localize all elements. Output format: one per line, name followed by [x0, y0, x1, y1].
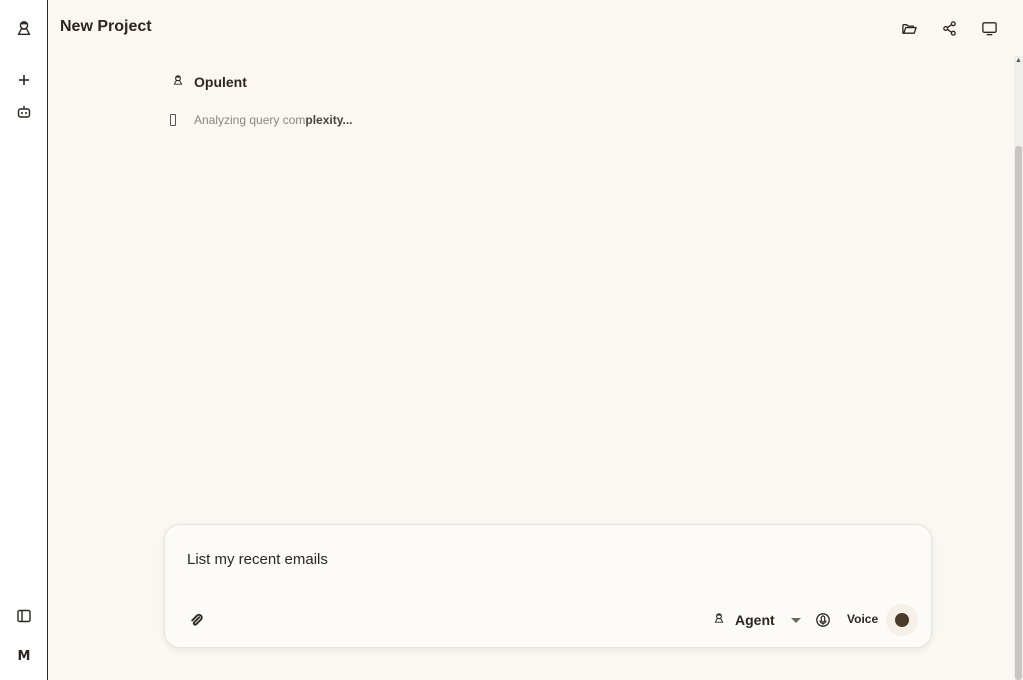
assistant-avatar-icon: [172, 73, 184, 91]
share-icon[interactable]: [937, 16, 961, 40]
message-author: Opulent: [194, 74, 247, 90]
sidebar: M: [0, 0, 48, 680]
agent-avatar-icon: [713, 611, 725, 629]
chevron-down-icon: [790, 617, 801, 623]
status-placeholder-icon: [170, 114, 176, 126]
voice-dot-icon: [895, 613, 909, 627]
scrollbar-thumb[interactable]: [1015, 146, 1022, 680]
composer: List my recent emails Agent Voice: [164, 524, 932, 648]
sidebar-toggle-icon[interactable]: [12, 604, 36, 628]
app-logo-icon[interactable]: [12, 16, 36, 40]
voice-button[interactable]: [886, 604, 918, 636]
monitor-icon[interactable]: [977, 16, 1001, 40]
agent-selector[interactable]: Agent: [713, 609, 801, 631]
attach-paperclip-icon[interactable]: [185, 609, 207, 631]
agent-label: Agent: [735, 612, 775, 628]
new-chat-plus-icon[interactable]: [12, 68, 36, 92]
status-text: Analyzing query complexity...: [194, 113, 353, 127]
folder-open-icon[interactable]: [897, 16, 921, 40]
status-text-bold: plexity...: [305, 113, 353, 127]
microphone-icon[interactable]: [812, 609, 834, 631]
bot-icon[interactable]: [12, 100, 36, 124]
message-input[interactable]: List my recent emails: [187, 551, 328, 568]
voice-label[interactable]: Voice: [847, 612, 878, 626]
top-bar: New Project: [48, 0, 1023, 56]
status-text-dim: Analyzing query com: [194, 113, 306, 127]
message-header: Opulent: [172, 73, 247, 91]
scroll-up-arrow-icon[interactable]: ▲: [1015, 57, 1022, 65]
user-avatar[interactable]: M: [12, 644, 36, 668]
page-title: New Project: [60, 18, 152, 35]
status-row: Analyzing query complexity...: [170, 113, 353, 127]
